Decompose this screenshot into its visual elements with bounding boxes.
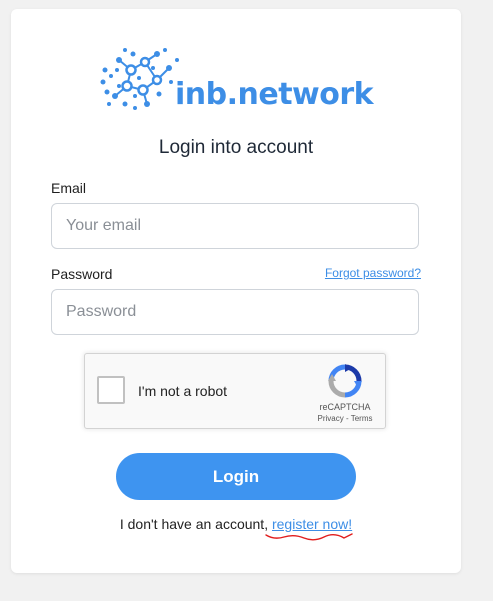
recaptcha-widget: I'm not a robot reCAPTCHA Privacy - Term… <box>84 353 386 429</box>
register-prompt: I don't have an account, register now! <box>11 516 461 532</box>
red-underline-annotation <box>265 533 353 541</box>
login-card: inb.network Login into account Email Pas… <box>11 9 461 573</box>
brand-logo: inb.network <box>97 46 387 126</box>
recaptcha-brand: reCAPTCHA <box>319 402 371 412</box>
recaptcha-logo-icon <box>328 364 362 398</box>
register-prefix-text: I don't have an account, <box>119 516 269 532</box>
brand-name: inb.network <box>175 77 374 112</box>
network-nodes-icon <box>100 48 179 110</box>
recaptcha-checkbox[interactable] <box>97 376 125 404</box>
recaptcha-label: I'm not a robot <box>138 383 228 399</box>
recaptcha-privacy-link[interactable]: Privacy <box>318 414 344 423</box>
email-label: Email <box>51 180 87 196</box>
recaptcha-terms-link[interactable]: Terms <box>351 414 373 423</box>
recaptcha-separator: - <box>345 414 349 423</box>
password-label: Password <box>51 266 113 282</box>
forgot-password-link[interactable]: Forgot password? <box>325 266 421 280</box>
email-field[interactable] <box>51 203 419 249</box>
password-field[interactable] <box>51 289 419 335</box>
login-button[interactable]: Login <box>116 453 356 500</box>
page-title: Login into account <box>158 137 314 158</box>
recaptcha-links: Privacy - Terms <box>307 414 383 423</box>
